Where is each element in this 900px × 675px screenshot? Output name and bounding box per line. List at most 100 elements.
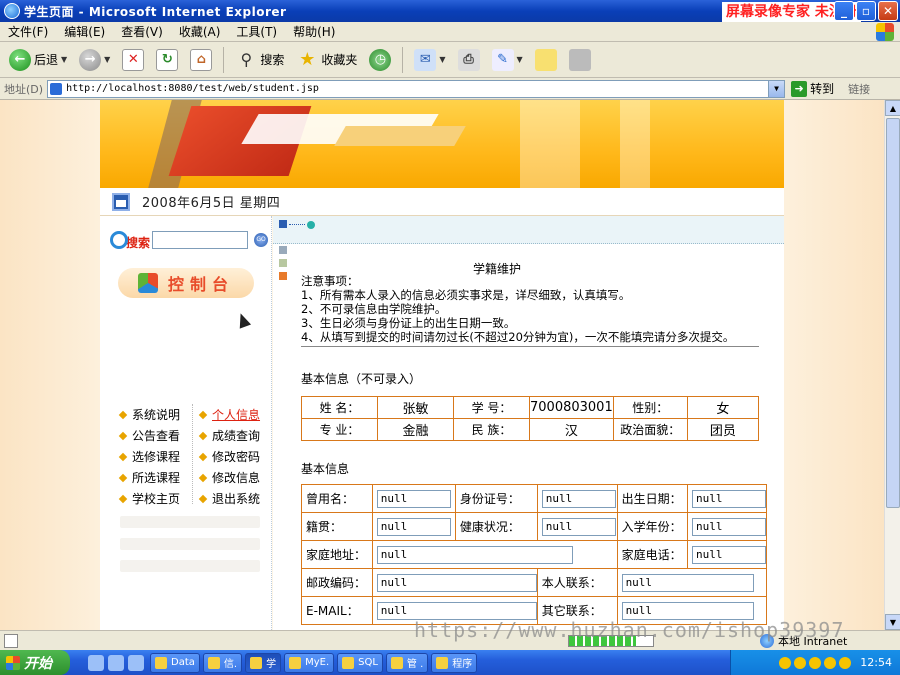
tray-icon[interactable] <box>824 656 837 669</box>
system-tray: 12:54 <box>730 650 900 675</box>
idcard-input[interactable]: null <box>541 489 616 508</box>
note-icon <box>534 48 557 71</box>
discuss-button[interactable] <box>532 45 560 75</box>
quicklaunch-desktop-icon[interactable] <box>128 654 144 671</box>
start-button[interactable]: 开始 <box>0 650 70 675</box>
nav-item-change-password[interactable]: 修改密码 <box>198 446 260 467</box>
search-label: 搜索 <box>260 53 285 67</box>
nav-item-selected-courses[interactable]: 所选课程 <box>118 467 180 488</box>
edit-icon: ✎ <box>491 48 514 71</box>
nav-item-notices[interactable]: 公告查看 <box>118 425 180 446</box>
home-address-label: 家庭地址： <box>301 540 373 569</box>
note-item: 2、不可录信息由学院维护。 <box>301 302 447 316</box>
favorites-button[interactable]: ★ 收藏夹 <box>293 45 360 75</box>
other-contact-input[interactable]: null <box>621 601 754 620</box>
former-name-input[interactable]: null <box>376 489 451 508</box>
star-icon: ★ <box>299 49 316 70</box>
dropdown-arrow-icon[interactable]: ▼ <box>104 55 110 64</box>
menu-view[interactable]: 查看(V) <box>113 23 171 40</box>
go-arrow-icon: ➜ <box>791 80 808 97</box>
history-button[interactable]: ◷ <box>366 45 394 75</box>
political-status-label: 政治面貌： <box>612 418 688 441</box>
menu-file[interactable]: 文件(F) <box>0 23 56 40</box>
edit-button[interactable]: ✎ ▼ <box>489 45 526 75</box>
postcode-input[interactable]: null <box>376 573 537 592</box>
tray-icon[interactable] <box>809 656 822 669</box>
nav-item-system-info[interactable]: 系统说明 <box>118 404 180 425</box>
birthdate-input[interactable]: null <box>692 489 766 508</box>
site-search-go-button[interactable]: GO <box>254 232 269 247</box>
scrollbar-thumb[interactable] <box>886 118 900 508</box>
faded-rows <box>120 516 260 582</box>
home-phone-input[interactable]: null <box>692 545 766 564</box>
magnifier-icon <box>110 230 128 249</box>
quicklaunch-app-icon[interactable] <box>108 654 124 671</box>
task-info[interactable]: 信. <box>202 652 243 673</box>
minimize-button[interactable]: _ <box>834 1 854 21</box>
forward-button[interactable]: → ▼ <box>76 45 113 75</box>
political-status-value: 团员 <box>686 418 760 441</box>
print-button[interactable]: ⎙ <box>455 45 483 75</box>
nav-item-edit-info[interactable]: 修改信息 <box>198 467 260 488</box>
search-button[interactable]: ⚲ 搜索 <box>232 45 287 75</box>
main-header <box>273 216 784 244</box>
task-myeclipse[interactable]: MyE. <box>284 652 335 673</box>
nav-item-logout[interactable]: 退出系统 <box>198 488 260 509</box>
go-label: 转到 <box>810 82 835 96</box>
tray-icon[interactable] <box>779 656 792 669</box>
nav-item-school-home[interactable]: 学校主页 <box>118 488 180 509</box>
tray-icon[interactable] <box>794 656 807 669</box>
former-name-label: 曾用名： <box>301 484 373 513</box>
address-dropdown-icon[interactable]: ▼ <box>768 80 785 97</box>
mail-button[interactable]: ✉ ▼ <box>411 45 448 75</box>
dropdown-arrow-icon[interactable]: ▼ <box>439 55 445 64</box>
nav-item-elective-courses[interactable]: 选修课程 <box>118 446 180 467</box>
name-label: 姓 名： <box>301 396 378 419</box>
home-address-input[interactable]: null <box>376 545 573 564</box>
email-input[interactable]: null <box>376 601 537 620</box>
maximize-button[interactable]: ▫ <box>856 1 876 21</box>
native-place-input[interactable]: null <box>376 517 451 536</box>
enroll-year-input[interactable]: null <box>692 517 766 536</box>
task-data[interactable]: Data <box>150 652 200 673</box>
nav-item-grades[interactable]: 成绩查询 <box>198 425 260 446</box>
home-button[interactable]: ⌂ <box>187 45 215 75</box>
scroll-up-icon[interactable]: ▲ <box>885 100 900 116</box>
current-date: 2008年6月5日 星期四 <box>142 196 281 211</box>
site-search-input[interactable] <box>152 230 249 249</box>
postcode-label: 邮政编码： <box>301 568 373 597</box>
vertical-scrollbar[interactable]: ▲ ▼ <box>884 100 900 630</box>
back-button[interactable]: ← 后退 ▼ <box>6 45 70 75</box>
refresh-button[interactable]: ↻ <box>153 45 181 75</box>
title-bar: 学生页面 - Microsoft Internet Explorer 屏幕录像专… <box>0 0 900 22</box>
links-label[interactable]: 链接 <box>848 81 870 97</box>
nav-column-left: 系统说明 公告查看 选修课程 所选课程 学校主页 <box>118 404 180 509</box>
messenger-button[interactable] <box>566 45 594 75</box>
quicklaunch-ie-icon[interactable] <box>88 654 104 671</box>
start-label: 开始 <box>24 655 52 672</box>
menu-edit[interactable]: 编辑(E) <box>56 23 113 40</box>
menu-help[interactable]: 帮助(H) <box>285 23 343 40</box>
address-url: http://localhost:8080/test/web/student.j… <box>66 83 319 94</box>
address-input[interactable]: http://localhost:8080/test/web/student.j… <box>47 79 786 98</box>
dropdown-arrow-icon[interactable]: ▼ <box>517 55 523 64</box>
task-sql[interactable]: SQL <box>337 652 383 673</box>
console-title: 控制台 <box>167 275 234 294</box>
stop-button[interactable]: ✕ <box>119 45 147 75</box>
bullet-icon <box>198 410 208 419</box>
tray-icon[interactable] <box>839 656 852 669</box>
scroll-down-icon[interactable]: ▼ <box>885 614 900 630</box>
dropdown-arrow-icon[interactable]: ▼ <box>61 55 67 64</box>
contact-input[interactable]: null <box>621 573 754 592</box>
calendar-icon <box>112 192 130 211</box>
go-button[interactable]: ➜ 转到 <box>791 80 834 97</box>
close-button[interactable]: ✕ <box>878 1 898 21</box>
nav-item-personal-info[interactable]: 个人信息 <box>198 404 260 425</box>
menu-tools[interactable]: 工具(T) <box>228 23 285 40</box>
main-panel: 学籍维护 注意事项： 1、所有需本人录入的信息必须实事求是，详尽细致，认真填写。… <box>273 216 784 630</box>
menu-favorites[interactable]: 收藏(A) <box>171 23 229 40</box>
health-input[interactable]: null <box>541 517 616 536</box>
task-program[interactable]: 程序 <box>431 652 478 673</box>
task-manager[interactable]: 管 . <box>385 652 429 673</box>
task-student[interactable]: 学 <box>245 652 282 673</box>
